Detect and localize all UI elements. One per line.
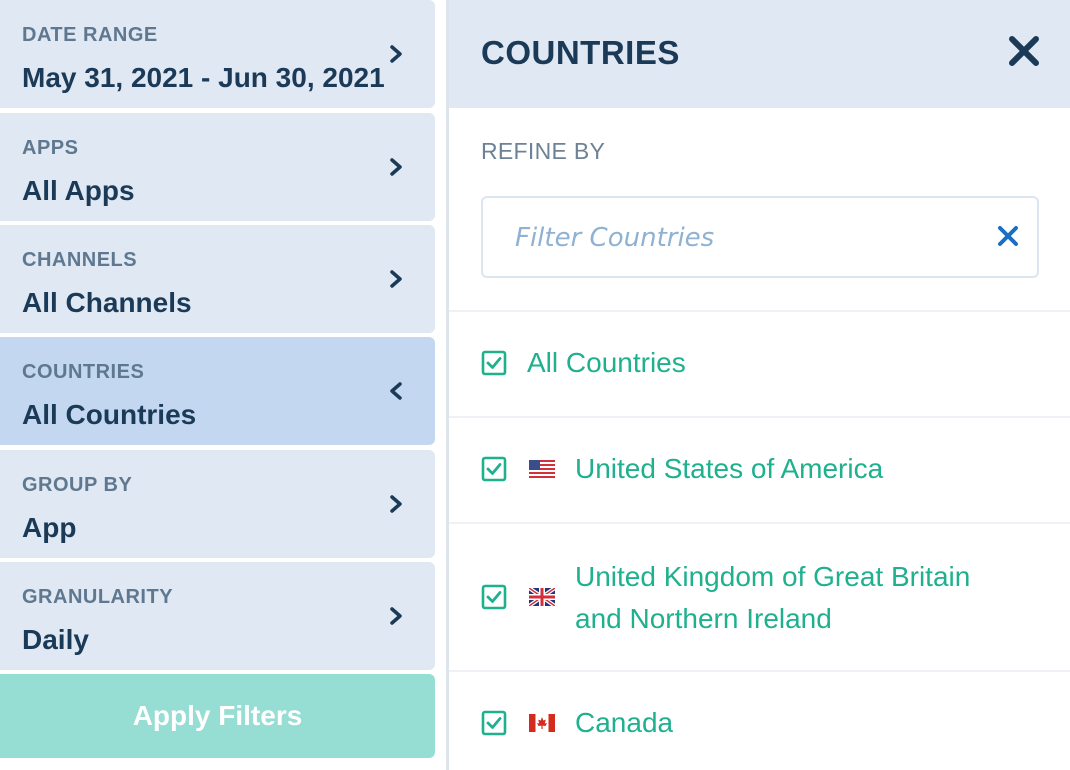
filter-label: COUNTRIES bbox=[22, 361, 145, 383]
chevron-right-icon bbox=[390, 158, 402, 176]
checkbox-checked-icon[interactable] bbox=[481, 350, 507, 376]
country-label-line2: and Northern Ireland bbox=[575, 603, 832, 634]
country-row-canada[interactable]: Canada bbox=[449, 672, 1070, 770]
us-flag-icon bbox=[529, 460, 555, 478]
filter-label: GROUP BY bbox=[22, 474, 133, 496]
checkbox-checked-icon[interactable] bbox=[481, 456, 507, 482]
filter-value: App bbox=[22, 512, 77, 543]
country-row-uk[interactable]: United Kingdom of Great Britain and Nort… bbox=[449, 524, 1070, 670]
country-row-all[interactable]: All Countries bbox=[449, 312, 1070, 416]
filter-channels[interactable]: CHANNELS All Channels bbox=[0, 225, 435, 333]
clear-search-icon[interactable] bbox=[997, 225, 1019, 247]
filter-date-range[interactable]: DATE RANGE May 31, 2021 - Jun 30, 2021 bbox=[0, 0, 435, 108]
chevron-right-icon bbox=[390, 495, 402, 513]
chevron-left-icon bbox=[390, 382, 402, 400]
filter-countries-input[interactable] bbox=[515, 218, 955, 258]
filter-apps[interactable]: APPS All Apps bbox=[0, 113, 435, 221]
filter-group-by[interactable]: GROUP BY App bbox=[0, 450, 435, 558]
filter-label: APPS bbox=[22, 137, 79, 159]
refine-by-label: REFINE BY bbox=[481, 138, 606, 164]
uk-flag-icon bbox=[529, 588, 555, 606]
filter-countries[interactable]: COUNTRIES All Countries bbox=[0, 337, 435, 445]
panel-title: COUNTRIES bbox=[481, 34, 680, 71]
country-filter-box bbox=[481, 196, 1039, 278]
checkbox-checked-icon[interactable] bbox=[481, 710, 507, 736]
filter-value: Daily bbox=[22, 624, 89, 655]
filter-value: All Channels bbox=[22, 287, 192, 318]
filter-label: CHANNELS bbox=[22, 249, 138, 271]
filter-label: GRANULARITY bbox=[22, 586, 174, 608]
filter-value: May 31, 2021 - Jun 30, 2021 bbox=[22, 62, 385, 93]
panel-header: COUNTRIES bbox=[449, 0, 1070, 108]
close-icon[interactable] bbox=[1007, 34, 1041, 68]
chevron-right-icon bbox=[390, 45, 402, 63]
country-row-usa[interactable]: United States of America bbox=[449, 418, 1070, 522]
filter-value: All Apps bbox=[22, 175, 135, 206]
filter-label: DATE RANGE bbox=[22, 24, 158, 46]
filter-granularity[interactable]: GRANULARITY Daily bbox=[0, 562, 435, 670]
filter-value: All Countries bbox=[22, 399, 197, 430]
country-label: All Countries bbox=[527, 347, 686, 378]
chevron-right-icon bbox=[390, 270, 402, 288]
chevron-right-icon bbox=[390, 607, 402, 625]
country-label-line1: United Kingdom of Great Britain bbox=[575, 561, 971, 592]
filter-sidebar: DATE RANGE May 31, 2021 - Jun 30, 2021 A… bbox=[0, 0, 436, 770]
apply-filters-button[interactable]: Apply Filters bbox=[0, 674, 435, 758]
countries-panel: COUNTRIES REFINE BY All Countries bbox=[449, 0, 1070, 770]
country-label: Canada bbox=[575, 707, 674, 738]
canada-flag-icon bbox=[529, 714, 555, 732]
checkbox-checked-icon[interactable] bbox=[481, 584, 507, 610]
country-label: United States of America bbox=[575, 453, 884, 484]
